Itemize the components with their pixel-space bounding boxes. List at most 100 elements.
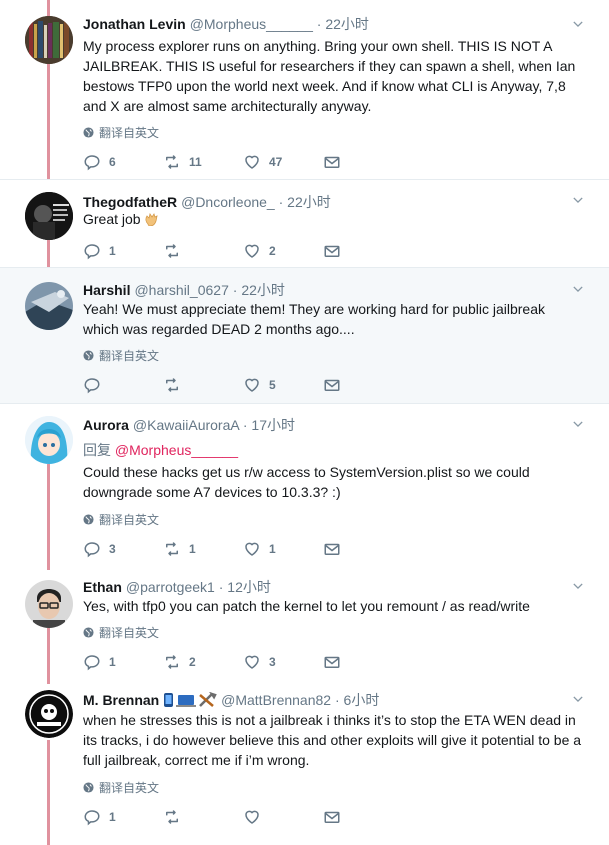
user-handle[interactable]: @harshil_0627 <box>134 282 228 298</box>
avatar-m-brennan[interactable] <box>25 690 73 738</box>
user-handle[interactable]: @parrotgeek1 <box>126 579 215 595</box>
like-icon <box>243 242 261 260</box>
translate-link[interactable]: 翻译自英文 <box>83 779 159 796</box>
direct-message-button[interactable] <box>323 540 403 558</box>
tweet-3[interactable]: Harshil @harshil_0627 · 22小时 Yeah! We mus… <box>0 268 609 404</box>
avatar-thegodfather[interactable] <box>25 192 73 240</box>
like-button[interactable]: 3 <box>243 653 323 671</box>
like-count: 5 <box>269 378 276 392</box>
direct-message-button[interactable] <box>323 376 403 394</box>
display-name[interactable]: Aurora <box>83 417 129 433</box>
like-icon <box>243 653 261 671</box>
caret-down-icon[interactable] <box>573 19 583 29</box>
reply-prefix: 回复 <box>83 442 111 458</box>
display-name[interactable]: Harshil <box>83 282 130 298</box>
retweet-button[interactable]: 11 <box>163 153 243 171</box>
display-name[interactable]: Jonathan Levin <box>83 16 186 32</box>
translate-link[interactable]: 翻译自英文 <box>83 624 159 641</box>
reply-mention-link[interactable]: @Morpheus______ <box>115 442 238 458</box>
translate-label: 翻译自英文 <box>99 126 160 140</box>
display-name[interactable]: Ethan <box>83 579 122 595</box>
tweet-actions: 5 <box>83 375 403 395</box>
caret-down-icon[interactable] <box>573 419 583 429</box>
tweet-text: Yeah! We must appreciate them! They are … <box>83 301 545 337</box>
avatar-ethan[interactable] <box>25 580 73 628</box>
reply-button[interactable] <box>83 376 163 394</box>
like-button[interactable] <box>243 808 323 826</box>
retweet-button[interactable] <box>163 808 243 826</box>
translate-label: 翻译自英文 <box>99 349 160 363</box>
tweet-actions: 1 <box>83 807 403 827</box>
tweet-timestamp[interactable]: 22小时 <box>287 194 331 210</box>
retweet-button[interactable] <box>163 242 243 260</box>
retweet-count: 11 <box>189 155 202 169</box>
retweet-count: 2 <box>189 655 196 669</box>
tweet-header: Harshil @harshil_0627 · 22小时 <box>83 280 285 300</box>
tweet-6[interactable]: M. Brennan @MattBrennan82 · 6小时 when he … <box>0 684 609 845</box>
like-button[interactable]: 47 <box>243 153 323 171</box>
tweet-4[interactable]: Aurora @KawaiiAuroraA · 17小时 回复 @Morpheus… <box>0 404 609 570</box>
direct-message-button[interactable] <box>323 242 403 260</box>
tweet-header: Aurora @KawaiiAuroraA · 17小时 <box>83 415 295 435</box>
like-button[interactable]: 5 <box>243 376 323 394</box>
reply-button[interactable]: 3 <box>83 540 163 558</box>
retweet-icon <box>163 376 181 394</box>
like-count: 2 <box>269 244 276 258</box>
tweet-timestamp[interactable]: 22小时 <box>325 16 369 32</box>
user-handle[interactable]: @Morpheus______ <box>190 16 313 32</box>
display-name[interactable]: M. Brennan <box>83 692 159 708</box>
caret-down-icon[interactable] <box>573 195 583 205</box>
tweet-timestamp[interactable]: 22小时 <box>241 282 285 298</box>
reply-to-line: 回复 @Morpheus______ <box>83 440 238 460</box>
reply-button[interactable]: 1 <box>83 242 163 260</box>
tweet-text-wrap: Great job <box>83 209 583 229</box>
tweet-actions: 3 1 1 <box>83 539 403 559</box>
clapping-hands-icon <box>145 213 159 226</box>
globe-icon <box>83 627 94 638</box>
translate-link[interactable]: 翻译自英文 <box>83 124 159 141</box>
reply-button[interactable]: 1 <box>83 808 163 826</box>
message-icon <box>323 540 341 558</box>
translate-label: 翻译自英文 <box>99 626 160 640</box>
tweet-1[interactable]: Jonathan Levin @Morpheus______ · 22小时 My … <box>0 0 609 180</box>
translate-link[interactable]: 翻译自英文 <box>83 511 159 528</box>
like-icon <box>243 540 261 558</box>
avatar-harshil[interactable] <box>25 282 73 330</box>
device-tools-emoji-icon <box>164 692 217 707</box>
tweet-timestamp[interactable]: 17小时 <box>251 417 295 433</box>
like-count: 1 <box>269 542 276 556</box>
like-button[interactable]: 1 <box>243 540 323 558</box>
separator-dot: · <box>278 194 284 210</box>
avatar-jonathan-levin[interactable] <box>25 16 73 64</box>
bookshelf-avatar-image <box>25 16 73 64</box>
tweet-text: Could these hacks get us r/w access to S… <box>83 464 530 500</box>
reply-button[interactable]: 1 <box>83 653 163 671</box>
direct-message-button[interactable] <box>323 153 403 171</box>
like-count: 47 <box>269 155 283 169</box>
caret-down-icon[interactable] <box>573 694 583 704</box>
user-handle[interactable]: @Dncorleone_ <box>181 194 275 210</box>
caret-down-icon[interactable] <box>573 581 583 591</box>
ethan-avatar-image <box>25 580 73 628</box>
tweet-text: when he stresses this is not a jailbreak… <box>83 712 582 768</box>
retweet-button[interactable]: 1 <box>163 540 243 558</box>
caret-down-icon[interactable] <box>573 284 583 294</box>
like-button[interactable]: 2 <box>243 242 323 260</box>
retweet-button[interactable] <box>163 376 243 394</box>
translate-link[interactable]: 翻译自英文 <box>83 347 159 364</box>
tweet-timestamp[interactable]: 6小时 <box>344 692 380 708</box>
tweet-2[interactable]: ThegodfatheR @Dncorleone_ · 22小时 Great jo… <box>0 180 609 268</box>
brennan-avatar-image <box>25 690 73 738</box>
tweet-5[interactable]: Ethan @parrotgeek1 · 12小时 Yes, with tfp0 … <box>0 570 609 684</box>
user-handle[interactable]: @KawaiiAuroraA <box>133 417 239 433</box>
reply-count: 6 <box>109 155 116 169</box>
avatar-aurora[interactable] <box>25 416 73 464</box>
tweet-timestamp[interactable]: 12小时 <box>227 579 271 595</box>
direct-message-button[interactable] <box>323 808 403 826</box>
retweet-button[interactable]: 2 <box>163 653 243 671</box>
display-name[interactable]: ThegodfatheR <box>83 194 177 210</box>
separator-dot: · <box>334 692 340 708</box>
direct-message-button[interactable] <box>323 653 403 671</box>
user-handle[interactable]: @MattBrennan82 <box>221 692 331 708</box>
reply-button[interactable]: 6 <box>83 153 163 171</box>
